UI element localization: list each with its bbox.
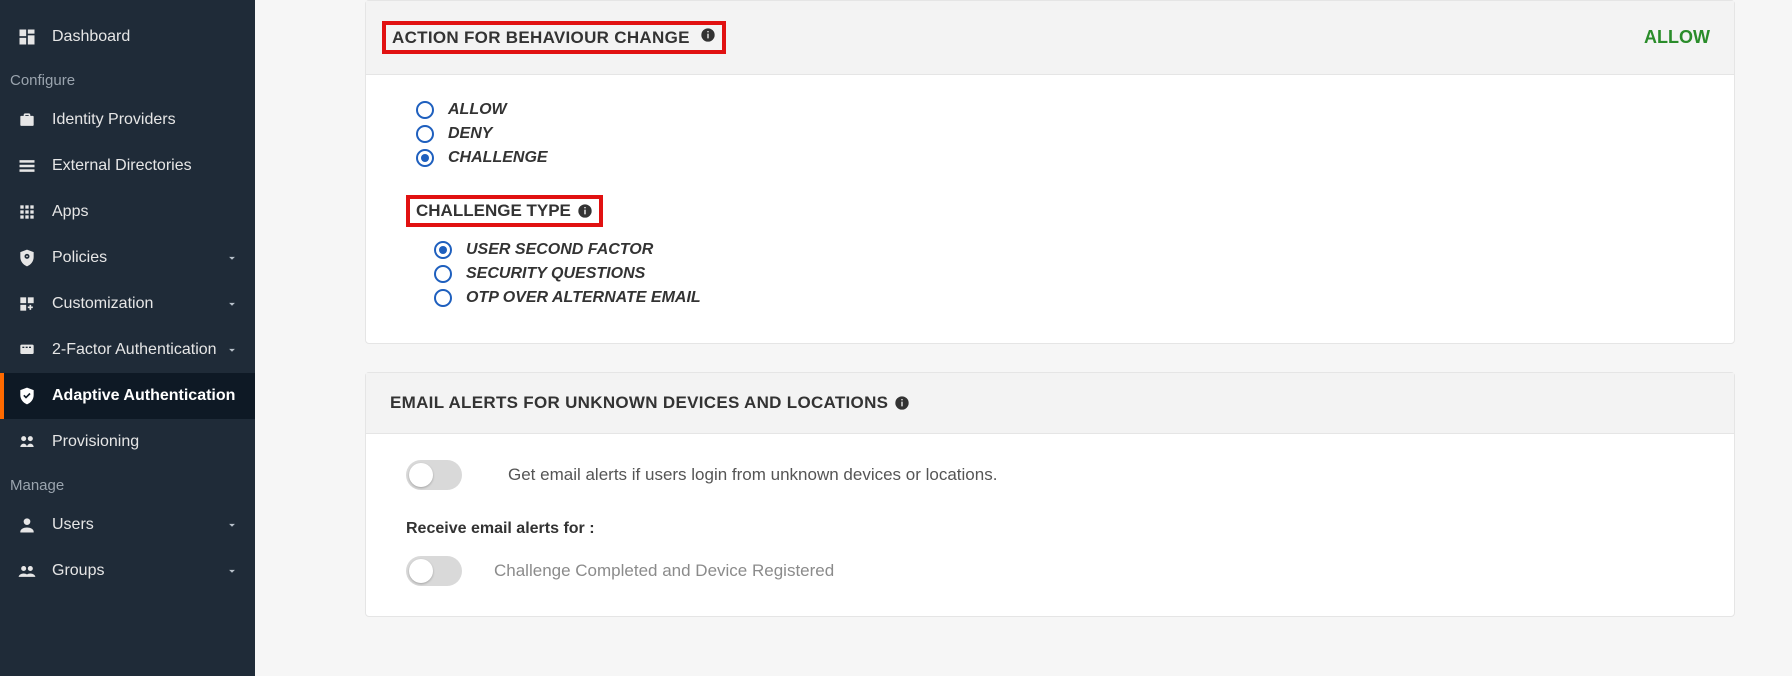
radio-otp-alt-email[interactable]: OTP OVER ALTERNATE EMAIL [434,289,1694,307]
radio-allow[interactable]: ALLOW [416,101,1694,119]
dashboard-icon [16,26,38,48]
sidebar-item-external-directories[interactable]: External Directories [0,143,255,189]
info-icon[interactable] [700,27,716,43]
panel-action-behaviour: ACTION FOR BEHAVIOUR CHANGE ALLOW ALLOW [365,0,1735,344]
toggle-knob [409,559,433,583]
sidebar-item-label: Apps [52,203,239,221]
user-icon [16,514,38,536]
challenge-type-label: CHALLENGE TYPE [416,201,571,221]
radio-label: OTP OVER ALTERNATE EMAIL [466,289,701,307]
sidebar-item-label: 2-Factor Authentication [52,341,225,359]
chevron-down-icon [225,343,239,357]
sidebar-item-adaptive-auth[interactable]: Adaptive Authentication [0,373,255,419]
briefcase-icon [16,109,38,131]
receive-alerts-title: Receive email alerts for : [406,520,1694,538]
radio-label: CHALLENGE [448,149,548,167]
shield-check-icon [16,385,38,407]
radio-icon [416,125,434,143]
panel-title: EMAIL ALERTS FOR UNKNOWN DEVICES AND LOC… [390,393,888,413]
panel-header: EMAIL ALERTS FOR UNKNOWN DEVICES AND LOC… [366,373,1734,434]
info-icon[interactable] [894,395,910,411]
sidebar: Dashboard Configure Identity Providers E… [0,0,255,676]
radio-icon [434,265,452,283]
sidebar-item-label: External Directories [52,157,239,175]
keypad-icon [16,339,38,361]
sidebar-item-label: Provisioning [52,433,239,451]
sidebar-item-users[interactable]: Users [0,502,255,548]
sidebar-item-label: Dashboard [52,28,239,46]
sidebar-item-label: Adaptive Authentication [52,387,239,405]
chevron-down-icon [225,251,239,265]
people-sync-icon [16,431,38,453]
radio-label: DENY [448,125,492,143]
toggle-option-1-row: Challenge Completed and Device Registere… [406,556,1694,586]
sidebar-item-2fa[interactable]: 2-Factor Authentication [0,327,255,373]
sidebar-item-label: Identity Providers [52,111,239,129]
action-radio-group: ALLOW DENY CHALLENGE [416,101,1694,167]
groups-icon [16,560,38,582]
puzzle-icon [16,293,38,315]
toggle-option-1[interactable] [406,556,462,586]
sidebar-item-label: Groups [52,562,225,580]
radio-label: USER SECOND FACTOR [466,241,653,259]
challenge-type-heading: CHALLENGE TYPE [406,195,603,227]
panel-title: ACTION FOR BEHAVIOUR CHANGE [392,28,690,47]
sidebar-item-label: Customization [52,295,225,313]
toggle-email-alerts-row: Get email alerts if users login from unk… [406,460,1694,490]
main-content: ACTION FOR BEHAVIOUR CHANGE ALLOW ALLOW [255,0,1792,676]
radio-user-second-factor[interactable]: USER SECOND FACTOR [434,241,1694,259]
shield-search-icon [16,247,38,269]
panel-body: ALLOW DENY CHALLENGE CHALLENGE TYPE [366,75,1734,343]
info-icon[interactable] [577,203,593,219]
radio-label: SECURITY QUESTIONS [466,265,645,283]
list-icon [16,155,38,177]
radio-security-questions[interactable]: SECURITY QUESTIONS [434,265,1694,283]
sidebar-item-policies[interactable]: Policies [0,235,255,281]
sidebar-item-identity-providers[interactable]: Identity Providers [0,97,255,143]
chevron-down-icon [225,297,239,311]
toggle-option-1-label: Challenge Completed and Device Registere… [494,561,834,581]
sidebar-item-dashboard[interactable]: Dashboard [0,14,255,60]
sidebar-item-label: Policies [52,249,225,267]
sidebar-section-configure: Configure [0,60,255,97]
toggle-email-alerts[interactable] [406,460,462,490]
challenge-radio-group: USER SECOND FACTOR SECURITY QUESTIONS OT… [434,241,1694,307]
apps-icon [16,201,38,223]
radio-label: ALLOW [448,101,507,119]
toggle-description: Get email alerts if users login from unk… [508,465,997,485]
sidebar-item-groups[interactable]: Groups [0,548,255,594]
radio-challenge[interactable]: CHALLENGE [416,149,1694,167]
panel-header: ACTION FOR BEHAVIOUR CHANGE ALLOW [366,1,1734,75]
sidebar-item-label: Users [52,516,225,534]
sidebar-item-customization[interactable]: Customization [0,281,255,327]
radio-icon [416,101,434,119]
highlight-action-title: ACTION FOR BEHAVIOUR CHANGE [382,21,726,54]
radio-icon [434,241,452,259]
panel-body: Get email alerts if users login from unk… [366,434,1734,616]
sidebar-item-apps[interactable]: Apps [0,189,255,235]
radio-icon [416,149,434,167]
panel-status: ALLOW [1644,27,1710,48]
chevron-down-icon [225,518,239,532]
sidebar-section-manage: Manage [0,465,255,502]
toggle-knob [409,463,433,487]
panel-email-alerts: EMAIL ALERTS FOR UNKNOWN DEVICES AND LOC… [365,372,1735,617]
chevron-down-icon [225,564,239,578]
sidebar-item-provisioning[interactable]: Provisioning [0,419,255,465]
radio-deny[interactable]: DENY [416,125,1694,143]
radio-icon [434,289,452,307]
